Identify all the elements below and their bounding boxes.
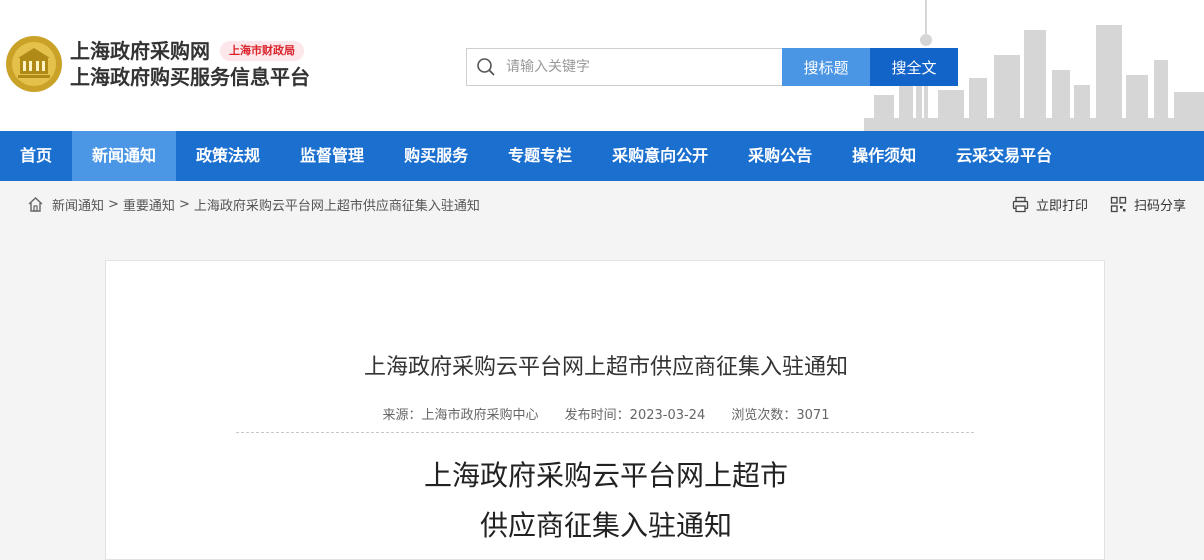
article-card: 上海政府采购云平台网上超市供应商征集入驻通知 来源：上海市政府采购中心 发布时间… [105, 260, 1105, 560]
printer-icon [1012, 196, 1029, 212]
search-title-button[interactable]: 搜标题 [782, 48, 870, 86]
breadcrumb-current: 上海政府采购云平台网上超市供应商征集入驻通知 [193, 198, 480, 214]
breadcrumb-link-news[interactable]: 新闻通知 [52, 195, 104, 214]
search-icon [477, 58, 495, 76]
nav-item-special-topics[interactable]: 专题专栏 [488, 131, 592, 181]
nav-item-intention[interactable]: 采购意向公开 [592, 131, 728, 181]
print-button[interactable]: 立即打印 [1012, 195, 1088, 214]
home-icon[interactable] [27, 196, 44, 213]
article-source: 来源：上海市政府采购中心 [382, 408, 539, 423]
nav-item-news[interactable]: 新闻通知 [72, 131, 177, 181]
body-title-line-1: 上海政府采购云平台网上超市 [423, 459, 788, 492]
site-logo[interactable]: 上海政府采购网 上海市财政局 上海政府购买服务信息平台 [4, 34, 310, 94]
nav-item-purchase-service[interactable]: 购买服务 [384, 131, 488, 181]
breadcrumb-separator: > [178, 196, 190, 212]
site-name: 上海政府采购网 [70, 39, 210, 63]
site-header: 上海政府采购网 上海市财政局 上海政府购买服务信息平台 搜标题 搜全文 [0, 0, 1204, 131]
nav-item-announcements[interactable]: 采购公告 [728, 131, 832, 181]
share-label: 扫码分享 [1133, 198, 1186, 214]
nav-item-home[interactable]: 首页 [0, 131, 72, 181]
print-label: 立即打印 [1035, 198, 1088, 214]
share-qr-button[interactable]: 扫码分享 [1110, 195, 1186, 214]
breadcrumb-separator: > [108, 196, 119, 212]
article-body-title: 上海政府采购云平台网上超市 供应商征集入驻通知 [106, 451, 1106, 551]
article-divider [236, 432, 974, 433]
search-bar: 搜标题 搜全文 [466, 48, 958, 86]
government-emblem-icon [6, 36, 62, 92]
nav-item-policy[interactable]: 政策法规 [176, 131, 280, 181]
article-views: 浏览次数：3071 [731, 408, 830, 423]
breadcrumb: 新闻通知 > 重要通知 > 上海政府采购云平台网上超市供应商征集入驻通知 [27, 195, 480, 214]
page-tools: 立即打印 扫码分享 [990, 195, 1186, 214]
nav-item-guide[interactable]: 操作须知 [832, 131, 936, 181]
bureau-badge: 上海市财政局 [220, 41, 304, 61]
breadcrumb-bar: 新闻通知 > 重要通知 > 上海政府采购云平台网上超市供应商征集入驻通知 立即打… [0, 181, 1204, 227]
nav-item-supervision[interactable]: 监督管理 [280, 131, 384, 181]
nav-item-cloud-platform[interactable]: 云采交易平台 [936, 131, 1072, 181]
article-publish-time: 发布时间：2023-03-24 [564, 408, 706, 423]
article-title: 上海政府采购云平台网上超市供应商征集入驻通知 [363, 355, 848, 380]
platform-name: 上海政府购买服务信息平台 [70, 65, 310, 89]
qr-code-icon [1110, 196, 1127, 212]
main-nav: 首页 新闻通知 政策法规 监督管理 购买服务 专题专栏 采购意向公开 采购公告 … [0, 131, 1204, 181]
article-meta: 来源：上海市政府采购中心 发布时间：2023-03-24 浏览次数：3071 [106, 404, 1106, 423]
search-fulltext-button[interactable]: 搜全文 [870, 48, 958, 86]
body-title-line-2: 供应商征集入驻通知 [479, 509, 732, 542]
breadcrumb-link-important[interactable]: 重要通知 [123, 195, 175, 214]
search-box [466, 48, 782, 86]
search-input[interactable] [506, 59, 776, 75]
